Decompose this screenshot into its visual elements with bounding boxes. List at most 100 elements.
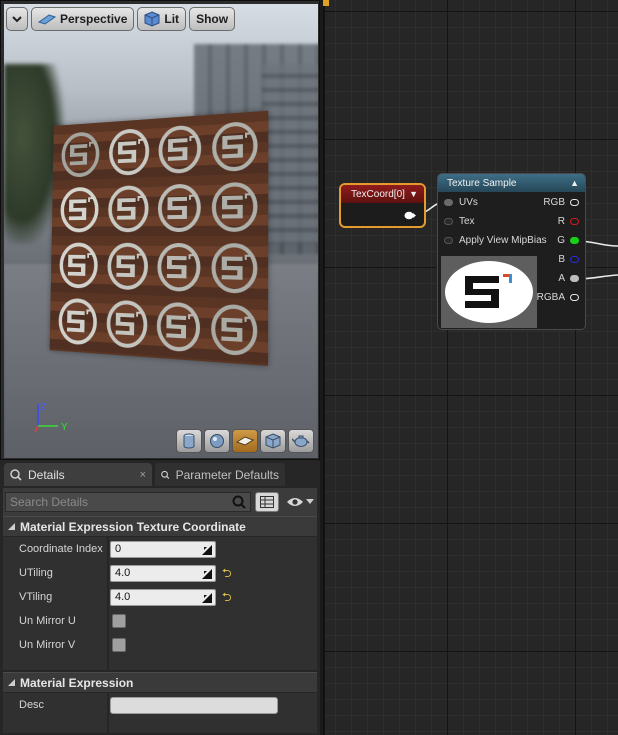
pin-label: Tex <box>459 216 475 227</box>
property-label: VTiling <box>3 591 107 603</box>
category-header-texture-coordinate[interactable]: Material Expression Texture Coordinate <box>3 516 317 536</box>
output-pin-b[interactable]: B <box>558 254 579 265</box>
logo-tile <box>58 126 104 181</box>
details-tab-bar: Details × Parameter Defaults <box>0 463 320 486</box>
logo-tile <box>207 238 262 298</box>
logo-tile <box>55 293 101 350</box>
viewport-toolbar: Perspective Lit Show <box>6 7 235 33</box>
texture-sample-node-header[interactable]: Texture Sample ▲ <box>438 174 585 192</box>
logo-ring-icon <box>57 295 99 347</box>
texcoord-node-title: TexCoord[0] <box>351 189 405 200</box>
output-pin-a[interactable]: A <box>558 273 579 284</box>
tab-details[interactable]: Details × <box>4 463 152 486</box>
output-pin-g[interactable]: G <box>557 235 579 246</box>
texcoord-output-pin[interactable] <box>404 211 416 220</box>
category-title: Material Expression <box>20 676 133 690</box>
texcoord-node-header[interactable]: TexCoord[0] ▼ <box>341 185 424 203</box>
drag-handle-icon <box>202 593 212 603</box>
texcoord-node[interactable]: TexCoord[0] ▼ <box>339 183 426 228</box>
pin-label: RGBA <box>537 292 565 303</box>
view-options-button[interactable] <box>283 496 314 508</box>
teapot-icon <box>292 434 310 448</box>
property-label: Coordinate Index <box>3 543 107 555</box>
logo-tile <box>207 115 261 176</box>
logo-ring-icon <box>209 241 259 296</box>
pin-empty-icon <box>570 256 579 263</box>
property-row-utiling: UTiling 4.0 ⮌ <box>3 561 317 585</box>
show-label: Show <box>196 12 228 26</box>
logo-tile <box>102 295 151 354</box>
pin-connected-icon <box>570 237 579 244</box>
logo-ring-icon <box>60 129 102 180</box>
desc-text-field[interactable] <box>110 697 278 714</box>
category-header-material-expression[interactable]: Material Expression <box>3 672 317 692</box>
preview-cube-button[interactable] <box>260 429 286 453</box>
coordinate-index-field[interactable]: 0 <box>110 541 216 558</box>
input-pin-apply-view-mipbias[interactable]: Apply View MipBias <box>444 235 547 246</box>
logo-tile <box>56 238 102 293</box>
tab-details-label: Details <box>28 468 65 482</box>
input-pin-tex[interactable]: Tex <box>444 216 475 227</box>
viewport-options-button[interactable] <box>6 7 28 31</box>
chevron-down-icon <box>12 15 22 23</box>
category-body-texture-coordinate: Coordinate Index 0 UTiling 4.0 ⮌ VTiling <box>3 537 317 670</box>
category-body-material-expression: Desc <box>3 693 317 733</box>
details-search-box[interactable] <box>5 492 251 512</box>
texture-thumbnail <box>443 258 535 326</box>
show-button[interactable]: Show <box>189 7 235 31</box>
property-row-vtiling: VTiling 4.0 ⮌ <box>3 585 317 609</box>
tab-details-close-icon[interactable]: × <box>140 469 146 481</box>
input-pin-uvs[interactable]: UVs <box>444 197 478 208</box>
un-mirror-u-checkbox[interactable] <box>112 614 126 628</box>
pin-label: R <box>558 216 565 227</box>
tab-parameter-defaults[interactable]: Parameter Defaults <box>155 463 285 486</box>
lit-label: Lit <box>164 12 179 26</box>
output-pin-r[interactable]: R <box>558 216 579 227</box>
pin-label: G <box>557 235 565 246</box>
preview-cylinder-button[interactable] <box>176 429 202 453</box>
property-row-coordinate-index: Coordinate Index 0 <box>3 537 317 561</box>
output-pin-rgba[interactable]: RGBA <box>537 292 579 303</box>
preview-teapot-button[interactable] <box>288 429 314 453</box>
cylinder-icon <box>182 433 196 449</box>
y-axis-label: Y <box>61 422 68 433</box>
node-collapse-icon[interactable]: ▼ <box>409 189 418 199</box>
plane-icon <box>236 435 254 447</box>
reset-to-default-icon[interactable]: ⮌ <box>222 591 232 603</box>
tiled-logo-grid <box>55 115 262 361</box>
logo-ring-icon <box>59 184 101 234</box>
perspective-label: Perspective <box>60 12 127 26</box>
property-label: Un Mirror U <box>3 615 107 627</box>
collapse-arrow-icon <box>7 522 16 531</box>
preview-plane-button[interactable] <box>232 429 258 453</box>
property-matrix-button[interactable] <box>255 492 279 512</box>
material-preview-viewport[interactable]: Z Y Perspective Lit Show <box>0 0 320 460</box>
field-value: 0 <box>115 543 121 555</box>
logo-ring-icon <box>155 299 203 354</box>
lit-cube-icon <box>144 11 160 27</box>
logo-tile <box>207 176 262 236</box>
vtiling-field[interactable]: 4.0 <box>110 589 216 606</box>
pin-connected-icon <box>444 199 453 206</box>
perspective-button[interactable]: Perspective <box>31 7 134 31</box>
material-graph-canvas[interactable] <box>323 0 618 735</box>
texture-sample-node-title: Texture Sample <box>447 178 516 189</box>
details-search-row <box>3 488 317 516</box>
lit-button[interactable]: Lit <box>137 7 186 31</box>
pin-label: RGB <box>543 197 565 208</box>
un-mirror-v-checkbox[interactable] <box>112 638 126 652</box>
search-input[interactable] <box>10 495 225 509</box>
output-pin-rgb[interactable]: RGB <box>543 197 579 208</box>
texture-sample-node[interactable]: Texture Sample ▲ UVs Tex Apply View MipB… <box>437 173 586 330</box>
viewport-scene[interactable]: Z Y <box>4 4 318 458</box>
logo-tile <box>103 238 152 294</box>
cube-icon <box>265 433 281 449</box>
utiling-field[interactable]: 4.0 <box>110 565 216 582</box>
logo-ring-icon <box>104 297 149 351</box>
reset-to-default-icon[interactable]: ⮌ <box>222 567 232 579</box>
pin-label: UVs <box>459 197 478 208</box>
node-collapse-icon[interactable]: ▲ <box>570 178 579 188</box>
logo-tile <box>105 123 154 180</box>
pin-empty-icon <box>570 218 579 225</box>
preview-sphere-button[interactable] <box>204 429 230 453</box>
